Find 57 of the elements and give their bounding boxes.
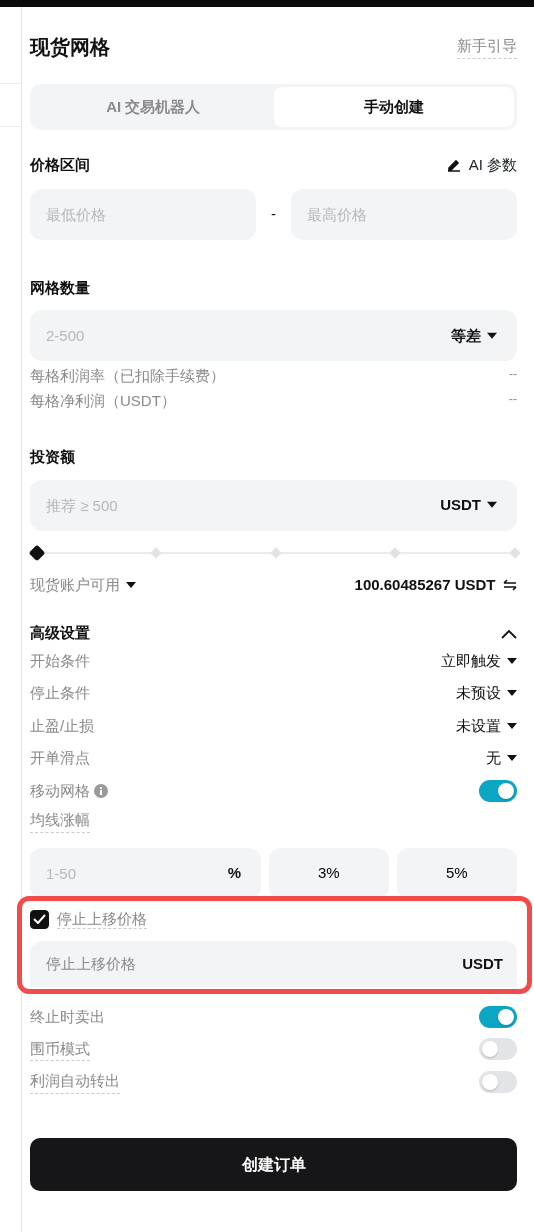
- setting-label: 均线涨幅: [30, 809, 90, 833]
- stat-value: --: [509, 366, 517, 383]
- toggle-switch[interactable]: [479, 779, 517, 802]
- preset-button[interactable]: 3%: [268, 847, 389, 899]
- create-order-button[interactable]: 创建订单: [30, 1138, 517, 1191]
- balance-text: 100.60485267 USDT: [354, 574, 496, 595]
- caret-icon: [126, 581, 136, 588]
- section-label: 投资额: [30, 447, 76, 467]
- slider-stop[interactable]: [389, 546, 401, 559]
- caret-icon: [487, 332, 497, 339]
- stat-label: 每格净利润（USDT）: [30, 391, 176, 411]
- currency-dropdown[interactable]: USDT: [440, 493, 497, 517]
- caret-icon: [487, 502, 497, 508]
- toggle-switch[interactable]: [479, 1005, 517, 1028]
- guide-link[interactable]: 新手引导: [457, 35, 517, 59]
- toggle-switch[interactable]: [479, 1038, 517, 1061]
- account-dropdown[interactable]: 现货账户可用: [30, 573, 136, 596]
- tab[interactable]: 手动创建: [273, 87, 514, 127]
- setting-label: 利润自动转出: [30, 1070, 120, 1094]
- section-label: 网格数量: [30, 277, 91, 298]
- unit-text: USDT: [462, 953, 503, 974]
- setting-label: 移动网格: [30, 780, 90, 801]
- stat-value: --: [509, 391, 517, 408]
- setting-dropdown[interactable]: 未设置: [456, 714, 517, 737]
- max-price-field[interactable]: 最高价格: [291, 188, 517, 240]
- panel-title: 现货网格: [30, 35, 110, 60]
- toggle-switch[interactable]: [479, 1070, 517, 1093]
- section-label: 高级设置: [30, 623, 90, 643]
- checkbox-label: 停止上移价格: [56, 909, 147, 929]
- setting-label: 终止时卖出: [30, 1006, 105, 1027]
- ai-params-link[interactable]: AI 参数: [447, 154, 517, 177]
- transfer-icon[interactable]: [503, 578, 517, 591]
- mode-dropdown[interactable]: 等差: [451, 324, 497, 347]
- caret-icon: [507, 755, 517, 762]
- info-icon[interactable]: [93, 783, 108, 798]
- setting-label: 围币模式: [30, 1037, 90, 1061]
- setting-dropdown[interactable]: 未预设: [456, 682, 517, 705]
- caret-icon: [507, 690, 517, 697]
- setting-label: 开始条件: [30, 650, 90, 671]
- slider-stop[interactable]: [150, 546, 162, 559]
- setting-label: 止盈/止损: [30, 715, 95, 736]
- stat-label: 每格利润率（已扣除手续费）: [30, 366, 225, 386]
- unit-text: %: [227, 862, 241, 883]
- setting-label: 停止条件: [30, 683, 90, 703]
- setting-dropdown[interactable]: 无: [486, 747, 517, 770]
- section-label: 价格区间: [30, 155, 90, 175]
- pencil-icon: [447, 158, 462, 173]
- preset-button[interactable]: 5%: [396, 847, 517, 899]
- checkbox[interactable]: [30, 909, 49, 929]
- setting-dropdown[interactable]: 立即触发: [441, 649, 517, 672]
- setting-label: 开单滑点: [30, 748, 90, 768]
- caret-icon: [507, 722, 517, 729]
- caret-icon: [507, 657, 517, 664]
- separator-text: -: [271, 203, 276, 224]
- chevron-up-icon[interactable]: [501, 629, 517, 640]
- slider-stop[interactable]: [509, 546, 521, 559]
- min-price-field[interactable]: 最低价格: [30, 188, 256, 240]
